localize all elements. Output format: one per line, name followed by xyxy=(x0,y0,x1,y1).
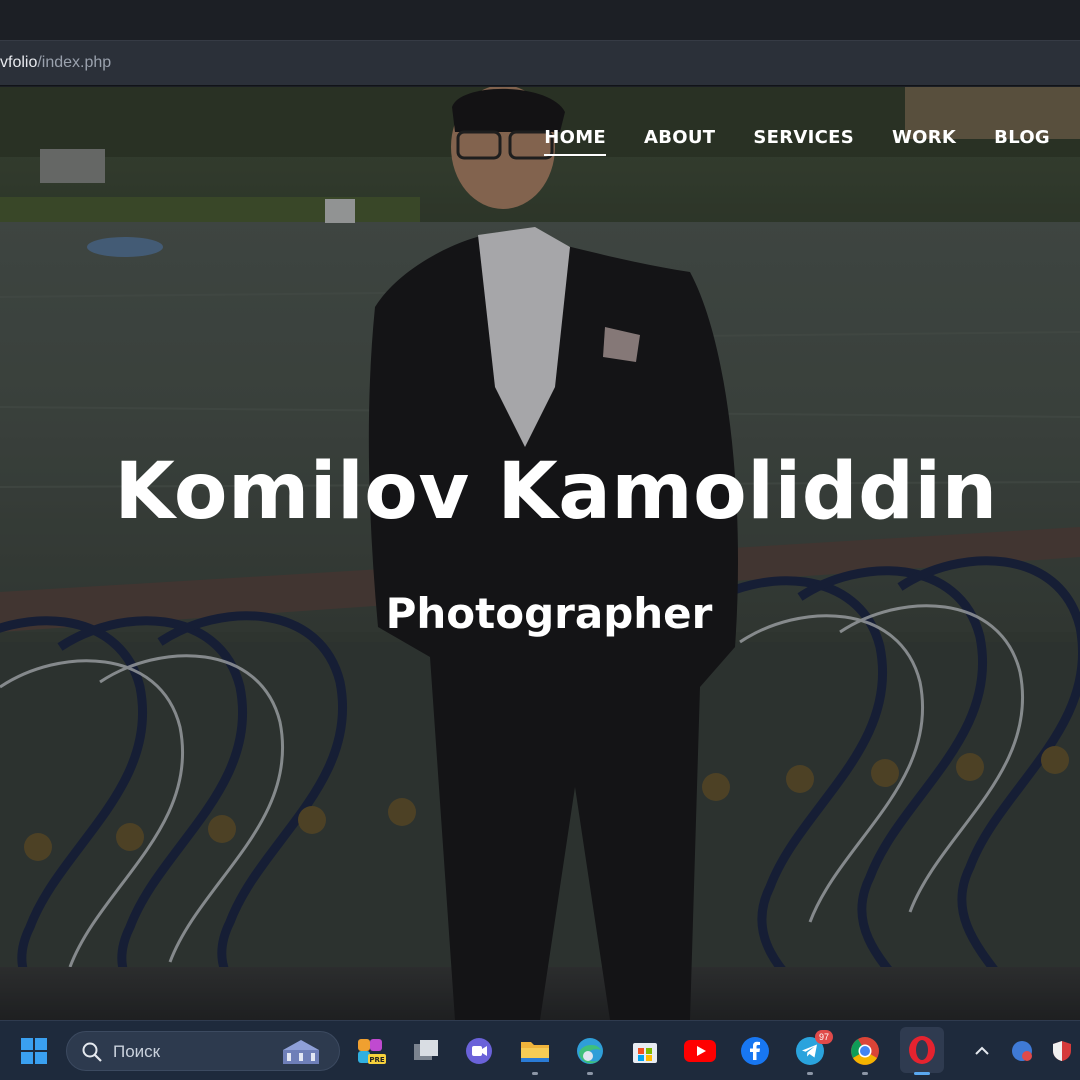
teams-icon[interactable] xyxy=(463,1035,495,1067)
address-bar[interactable]: vfolio/index.php xyxy=(0,40,1080,86)
hero-name: Komilov Kamoliddin xyxy=(114,447,998,537)
taskbar-search[interactable]: Поиск xyxy=(66,1031,340,1071)
search-highlight-icon xyxy=(283,1040,319,1064)
hero-section: HOME ABOUT SERVICES WORK BLOG Komilov Ka… xyxy=(0,87,1080,1020)
svg-text:PRE: PRE xyxy=(369,1056,385,1064)
running-indicator xyxy=(532,1072,538,1075)
microsoft-store-icon[interactable] xyxy=(629,1035,661,1067)
facebook-icon[interactable] xyxy=(739,1035,771,1067)
youtube-icon[interactable] xyxy=(684,1035,716,1067)
search-placeholder: Поиск xyxy=(113,1042,161,1061)
main-nav: HOME ABOUT SERVICES WORK BLOG xyxy=(544,127,1050,156)
chevron-up-icon[interactable] xyxy=(966,1035,998,1067)
nav-about[interactable]: ABOUT xyxy=(644,127,715,156)
url-path: /index.php xyxy=(37,54,112,71)
chrome-icon[interactable] xyxy=(849,1035,881,1075)
nav-services[interactable]: SERVICES xyxy=(753,127,854,156)
running-indicator xyxy=(587,1072,593,1075)
notification-badge: 97 xyxy=(815,1030,833,1044)
nav-work[interactable]: WORK xyxy=(892,127,956,156)
defender-icon[interactable] xyxy=(1046,1035,1078,1067)
task-view-icon[interactable] xyxy=(410,1035,442,1067)
nav-home[interactable]: HOME xyxy=(544,127,607,156)
windows-taskbar: Поиск PRE 97 xyxy=(0,1020,1080,1080)
running-indicator xyxy=(862,1072,868,1075)
nav-blog[interactable]: BLOG xyxy=(994,127,1050,156)
hero-role: Photographer xyxy=(385,589,713,638)
edge-icon[interactable] xyxy=(574,1035,606,1075)
tray-app-icon[interactable] xyxy=(1006,1035,1038,1067)
telegram-icon[interactable]: 97 xyxy=(794,1030,833,1075)
copilot-icon[interactable]: PRE xyxy=(355,1035,387,1067)
running-indicator xyxy=(807,1072,813,1075)
active-indicator xyxy=(914,1072,930,1075)
url-text[interactable]: vfolio/index.php xyxy=(0,54,111,72)
windows-start-icon[interactable] xyxy=(18,1035,50,1067)
search-icon xyxy=(82,1042,102,1062)
hero-dark-overlay xyxy=(0,87,1080,1020)
url-host: vfolio xyxy=(0,54,38,71)
browser-tab-strip xyxy=(0,0,1080,40)
file-explorer-icon[interactable] xyxy=(519,1035,551,1075)
opera-icon[interactable] xyxy=(900,1027,944,1075)
